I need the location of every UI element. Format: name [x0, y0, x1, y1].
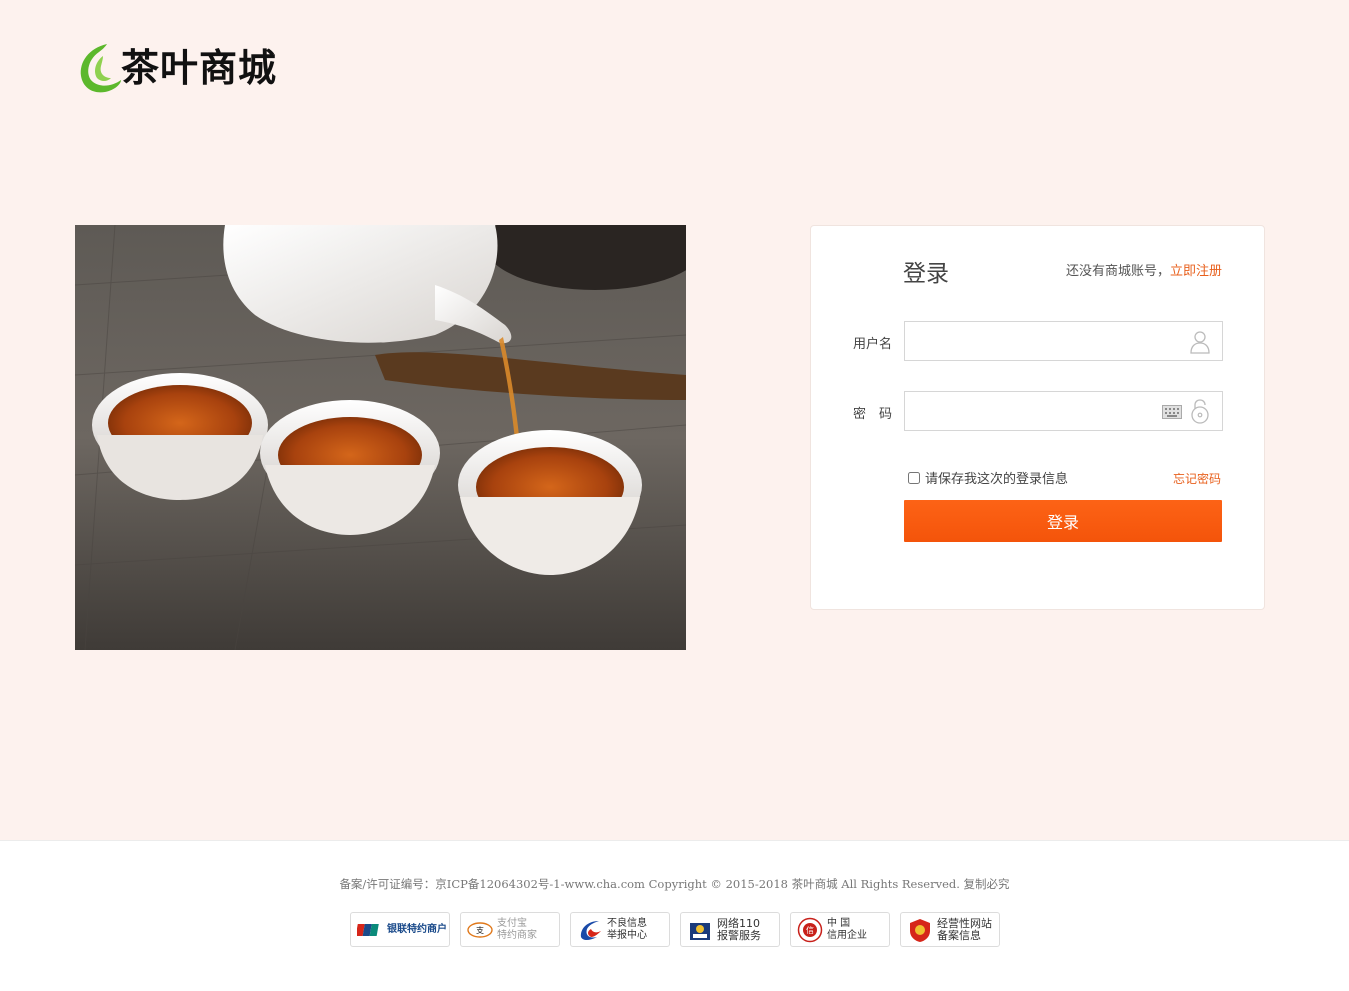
- user-icon: [1190, 330, 1210, 358]
- site-logo[interactable]: 茶叶商城: [77, 40, 277, 96]
- unionpay-icon: [355, 917, 383, 943]
- register-prompt: 还没有商城账号，立即注册: [1066, 260, 1222, 279]
- badge-police-110[interactable]: 网络110 报警服务: [680, 912, 780, 947]
- tea-pouring-hero-image: [75, 225, 686, 650]
- username-label: 用户名: [853, 337, 893, 352]
- badge-filing-line1: 经营性网站: [937, 916, 992, 930]
- register-prompt-text: 还没有商城账号，: [1065, 264, 1170, 279]
- login-panel: 登录 还没有商城账号，立即注册 用户名 密 码 请保存我这次的登录信息 忘记密码: [810, 225, 1265, 610]
- badge-unionpay-line1: 银联特约商户: [387, 923, 447, 935]
- login-title: 登录: [903, 261, 949, 287]
- report-center-icon: [577, 917, 603, 943]
- username-field-box: [904, 321, 1223, 361]
- badge-trust-enterprise[interactable]: 信 中 国信用企业: [790, 912, 890, 947]
- badge-police-line1: 网络110: [717, 916, 760, 930]
- police-110-icon: [687, 917, 713, 943]
- forgot-password-link[interactable]: 忘记密码: [1173, 470, 1221, 487]
- badge-unionpay[interactable]: 银联特约商户: [350, 912, 450, 947]
- keyboard-icon[interactable]: [1162, 404, 1182, 423]
- svg-text:信: 信: [806, 925, 814, 935]
- trust-seal-icon: 信: [797, 917, 823, 943]
- remember-checkbox[interactable]: [908, 471, 920, 484]
- badge-police-line2: 报警服务: [717, 928, 761, 942]
- copyright-text: 备案/许可证编号：京ICP备12064302号-1-www.cha.com Co…: [339, 877, 1010, 891]
- tea-leaf-logo-icon: [77, 40, 123, 96]
- badge-trust-line2: 信用企业: [827, 929, 867, 941]
- brand-name: 茶叶商城: [121, 46, 278, 90]
- trust-badges: 银联特约商户 支 支付宝 特约商家 不良信息 举报中心 网络110 报警服务 信 中 …: [350, 912, 1000, 947]
- password-label: 密 码: [853, 407, 893, 422]
- badge-report-line2: 举报中心: [607, 929, 647, 941]
- badge-report-line1: 不良信息: [607, 917, 647, 929]
- badge-website-filing[interactable]: 经营性网站 备案信息: [900, 912, 1000, 947]
- footer: 备案/许可证编号：京ICP备12064302号-1-www.cha.com Co…: [0, 840, 1349, 991]
- remember-me[interactable]: 请保存我这次的登录信息: [908, 468, 1068, 487]
- login-button[interactable]: 登录: [904, 500, 1222, 542]
- badge-alipay-line2: 特约商家: [497, 929, 537, 941]
- remember-label: 请保存我这次的登录信息: [925, 472, 1069, 487]
- website-filing-icon: [907, 917, 933, 943]
- alipay-icon: 支: [467, 917, 493, 943]
- password-field-box: [904, 391, 1223, 431]
- badge-filing-line2: 备案信息: [937, 928, 981, 942]
- svg-text:支: 支: [476, 925, 484, 935]
- register-link[interactable]: 立即注册: [1170, 264, 1222, 279]
- badge-alipay[interactable]: 支 支付宝 特约商家: [460, 912, 560, 947]
- page-body: 茶叶商城 登录 还没有商城账号，立即注册 用户名 密 码 请保存我这次的登录信息…: [0, 0, 1349, 840]
- badge-trust-line1: 中 国: [827, 917, 851, 929]
- lock-icon: [1190, 398, 1210, 428]
- badge-alipay-line1: 支付宝: [497, 917, 527, 929]
- username-input[interactable]: [905, 322, 1222, 360]
- badge-report-center[interactable]: 不良信息 举报中心: [570, 912, 670, 947]
